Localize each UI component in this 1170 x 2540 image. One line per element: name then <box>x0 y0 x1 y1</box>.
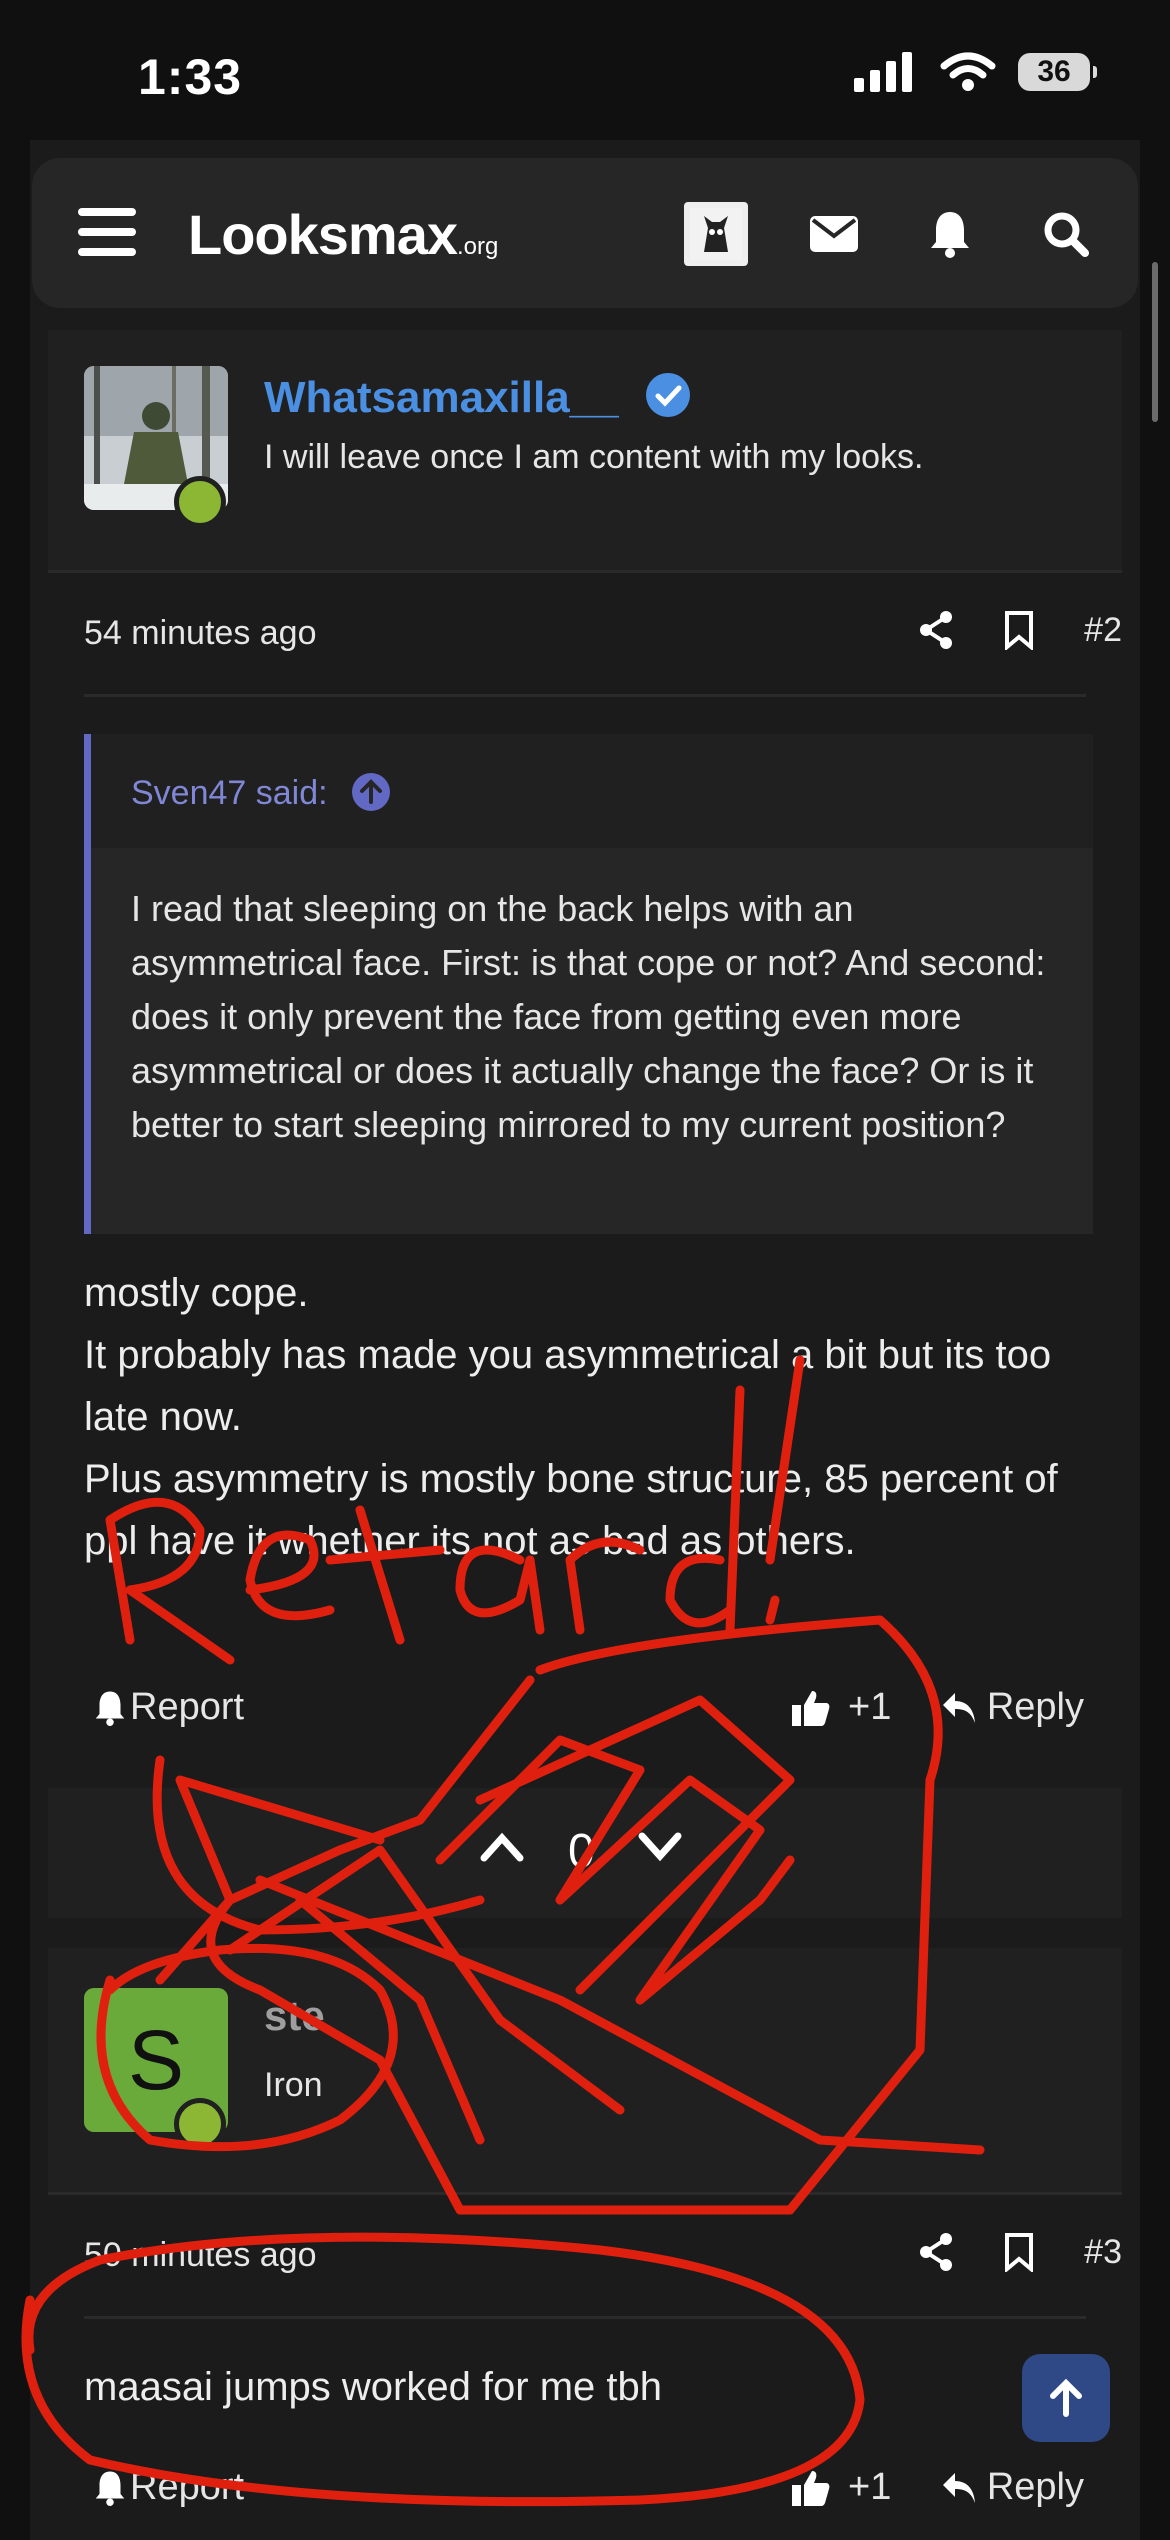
divider <box>48 2192 1122 2195</box>
signal-icon <box>854 52 912 92</box>
report-button[interactable]: Report <box>94 2466 244 2509</box>
envelope-icon[interactable] <box>802 202 866 266</box>
like-button[interactable]: +1 <box>790 1686 891 1729</box>
username[interactable]: Whatsamaxilla__ <box>264 372 691 423</box>
divider <box>84 2316 1086 2319</box>
post-author-header: Whatsamaxilla__ I will leave once I am c… <box>48 330 1122 570</box>
post-timestamp[interactable]: 54 minutes ago <box>84 614 317 653</box>
status-icons: 36 <box>854 52 1097 92</box>
post-number[interactable]: #3 <box>1084 2233 1122 2272</box>
report-button[interactable]: Report <box>94 1686 244 1729</box>
status-bar: 1:33 36 <box>0 0 1170 140</box>
reply-arrow-icon <box>942 1692 975 1723</box>
bookmark-icon[interactable] <box>1004 2232 1034 2272</box>
top-navigation: Looksmax.org <box>32 158 1138 308</box>
divider <box>84 694 1086 697</box>
post-author-header: S ste Iron <box>48 1948 1122 2192</box>
like-button[interactable]: +1 <box>790 2466 891 2509</box>
wifi-icon <box>940 52 996 91</box>
profile-avatar-icon[interactable] <box>684 202 748 266</box>
share-icon[interactable] <box>918 2232 954 2272</box>
bell-icon <box>95 2471 125 2506</box>
scrollbar[interactable] <box>1152 262 1158 422</box>
battery-indicator: 36 <box>1018 53 1097 91</box>
vote-bar: 0 <box>48 1788 1122 1918</box>
user-title: I will leave once I am content with my l… <box>264 438 924 476</box>
arrow-up-circle-icon[interactable] <box>351 772 391 812</box>
thumbs-up-icon <box>792 1690 830 1726</box>
scroll-to-top-button[interactable] <box>1022 2354 1110 2442</box>
quote-text: I read that sleeping on the back helps w… <box>131 888 1046 1145</box>
online-indicator <box>174 476 226 528</box>
verified-badge-icon <box>645 373 690 417</box>
arrow-up-icon <box>1050 2378 1082 2417</box>
bell-icon <box>95 1691 125 1726</box>
search-icon[interactable] <box>1034 202 1098 266</box>
reply-button[interactable]: Reply <box>941 2466 1084 2509</box>
post-timestamp[interactable]: 50 minutes ago <box>84 2236 317 2275</box>
reply-button[interactable]: Reply <box>941 1686 1084 1729</box>
divider <box>48 570 1122 573</box>
online-indicator <box>174 2098 226 2150</box>
post-actions: Report +1 Reply <box>84 1686 1084 1746</box>
post-body-line: mostly cope. <box>84 1271 309 1315</box>
site-logo[interactable]: Looksmax.org <box>188 202 498 267</box>
user-title: Iron <box>264 2066 323 2104</box>
share-icon[interactable] <box>918 610 954 650</box>
reply-arrow-icon <box>942 2472 975 2503</box>
thumbs-up-icon <box>792 2470 830 2506</box>
bookmark-icon[interactable] <box>1004 610 1034 650</box>
chevron-down-icon[interactable] <box>638 1832 682 1862</box>
post-meta-actions: #2 <box>918 610 1122 650</box>
post-body: mostly cope. It probably has made you as… <box>84 1262 1104 1572</box>
status-time: 1:33 <box>138 49 243 105</box>
post-meta-actions: #3 <box>918 2232 1122 2272</box>
post-body: maasai jumps worked for me tbh <box>84 2365 663 2409</box>
quote-author[interactable]: Sven47 said: <box>131 774 328 813</box>
post-body-line: Plus asymmetry is mostly bone structure,… <box>84 1457 1058 1563</box>
quote-block: Sven47 said: I read that sleeping on the… <box>84 734 1093 1234</box>
post-actions: Report +1 Reply <box>84 2466 1084 2526</box>
chevron-up-icon[interactable] <box>480 1832 524 1862</box>
post-body-line: It probably has made you asymmetrical a … <box>84 1333 1052 1439</box>
bell-icon[interactable] <box>918 202 982 266</box>
post-number[interactable]: #2 <box>1084 611 1122 650</box>
vote-score: 0 <box>568 1825 595 1878</box>
username[interactable]: ste <box>264 1992 325 2040</box>
menu-icon[interactable] <box>78 208 136 258</box>
